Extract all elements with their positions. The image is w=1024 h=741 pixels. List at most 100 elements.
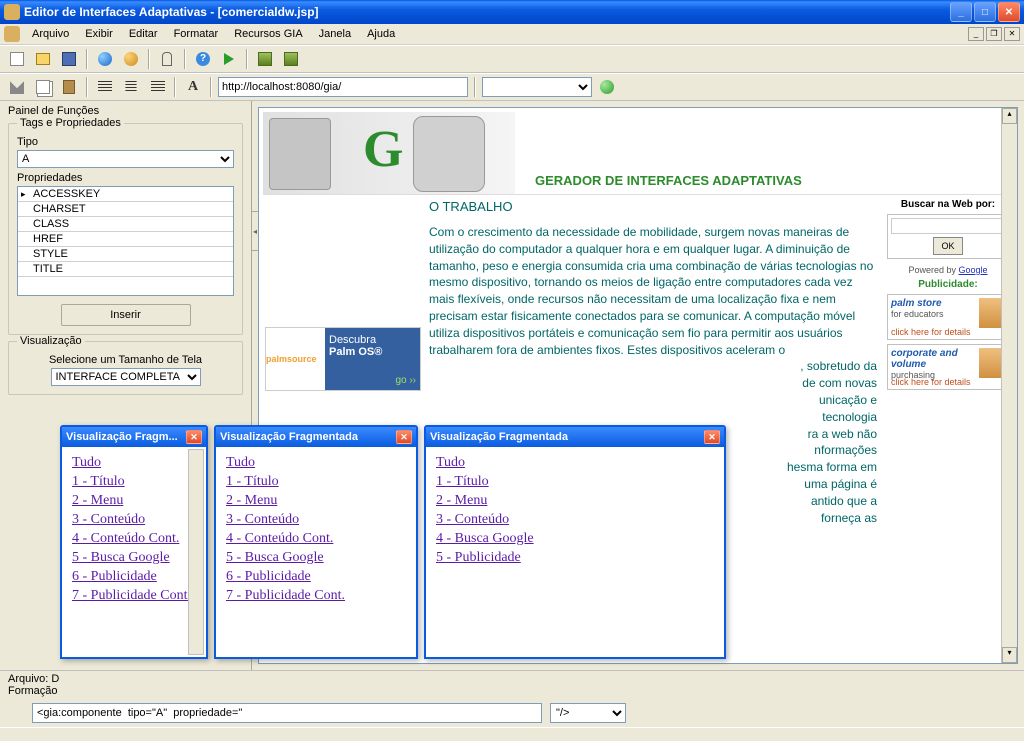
- frag-link[interactable]: 1 - Título: [226, 474, 406, 490]
- close-icon[interactable]: ✕: [396, 430, 412, 444]
- go-button[interactable]: [596, 76, 618, 98]
- toolbar-main: ?: [0, 45, 1024, 73]
- prop-row: CHARSET: [18, 202, 233, 217]
- frag-link[interactable]: 3 - Conteúdo: [226, 512, 406, 528]
- mdi-restore-button[interactable]: ❐: [986, 27, 1002, 41]
- cut-button[interactable]: [6, 76, 28, 98]
- frag-link[interactable]: 5 - Busca Google: [72, 550, 196, 566]
- align-left-button[interactable]: [94, 76, 116, 98]
- header-image: GIA: [263, 112, 515, 194]
- menu-janela[interactable]: Janela: [311, 26, 359, 42]
- status-line-2: Formação: [8, 685, 1016, 697]
- ad-educators[interactable]: palm store for educators click here for …: [887, 294, 1009, 340]
- frag-link[interactable]: 3 - Conteúdo: [436, 512, 714, 528]
- properties-list[interactable]: ACCESSKEY CHARSET CLASS HREF STYLE TITLE: [17, 186, 234, 296]
- popup-fragment-1: Visualização Fragm...✕ Tudo 1 - Título 2…: [60, 425, 208, 659]
- menu-ajuda[interactable]: Ajuda: [359, 26, 403, 42]
- menu-recursos-gia[interactable]: Recursos GIA: [226, 26, 310, 42]
- frag-link[interactable]: 4 - Busca Google: [436, 531, 714, 547]
- group-tags: Tags e Propriedades Tipo A Propriedades …: [8, 123, 243, 335]
- frag-link[interactable]: 7 - Publicidade Cont.: [72, 588, 196, 604]
- publicidade-label: Publicidade:: [887, 279, 1009, 290]
- menu-formatar[interactable]: Formatar: [166, 26, 227, 42]
- frag-link[interactable]: 5 - Busca Google: [226, 550, 406, 566]
- close-button[interactable]: ✕: [998, 2, 1020, 22]
- frag-link[interactable]: 2 - Menu: [226, 493, 406, 509]
- attach-button[interactable]: [156, 48, 178, 70]
- frag-link[interactable]: 7 - Publicidade Cont.: [226, 588, 406, 604]
- paste-button[interactable]: [58, 76, 80, 98]
- buscar-label: Buscar na Web por:: [887, 199, 1009, 210]
- frag-link[interactable]: 1 - Título: [436, 474, 714, 490]
- popup-scrollbar[interactable]: [188, 449, 204, 655]
- prop-row: ACCESSKEY: [18, 187, 233, 202]
- mdi-close-button[interactable]: ✕: [1004, 27, 1020, 41]
- menu-arquivo[interactable]: Arquivo: [24, 26, 77, 42]
- tipo-label: Tipo: [17, 136, 234, 148]
- minimize-button[interactable]: _: [950, 2, 972, 22]
- devices-button[interactable]: [254, 48, 276, 70]
- app-icon: [4, 4, 20, 20]
- panel-title: Painel de Funções: [8, 105, 243, 117]
- tag-close-combo[interactable]: "/>: [550, 703, 626, 723]
- menu-exibir[interactable]: Exibir: [77, 26, 121, 42]
- tamanho-tela-select[interactable]: INTERFACE COMPLETA: [51, 368, 201, 386]
- device-combo[interactable]: [482, 77, 592, 97]
- prop-row: TITLE: [18, 262, 233, 277]
- help-button[interactable]: ?: [192, 48, 214, 70]
- tamanho-tela-label: Selecione um Tamanho de Tela: [17, 354, 234, 366]
- open-button[interactable]: [32, 48, 54, 70]
- titlebar: Editor de Interfaces Adaptativas - [come…: [0, 0, 1024, 24]
- frag-link[interactable]: Tudo: [436, 455, 714, 471]
- frag-link[interactable]: 5 - Publicidade: [436, 550, 714, 566]
- ad-corporate[interactable]: corporate and volume purchasing click he…: [887, 344, 1009, 390]
- new-button[interactable]: [6, 48, 28, 70]
- vertical-scrollbar[interactable]: ▴▾: [1001, 108, 1017, 663]
- tagline: GERADOR DE INTERFACES ADAPTATIVAS: [535, 173, 802, 194]
- frag-link[interactable]: 4 - Conteúdo Cont.: [72, 531, 196, 547]
- popup-fragment-3: Visualização Fragmentada✕ Tudo 1 - Títul…: [424, 425, 726, 659]
- prop-row: STYLE: [18, 247, 233, 262]
- url-input[interactable]: [218, 77, 468, 97]
- frag-link[interactable]: 4 - Conteúdo Cont.: [226, 531, 406, 547]
- save-button[interactable]: [58, 48, 80, 70]
- group-visualizacao: Visualização Selecione um Tamanho de Tel…: [8, 341, 243, 395]
- frag-link[interactable]: 2 - Menu: [72, 493, 196, 509]
- frag-link[interactable]: Tudo: [72, 455, 196, 471]
- devices2-button[interactable]: [280, 48, 302, 70]
- tipo-select[interactable]: A: [17, 150, 234, 168]
- tag-left-input[interactable]: [32, 703, 542, 723]
- align-right-button[interactable]: [146, 76, 168, 98]
- status-line-1: Arquivo: D: [8, 673, 1016, 685]
- maximize-button[interactable]: □: [974, 2, 996, 22]
- run-button[interactable]: [218, 48, 240, 70]
- menu-editar[interactable]: Editar: [121, 26, 166, 42]
- users-button[interactable]: [120, 48, 142, 70]
- close-icon[interactable]: ✕: [704, 430, 720, 444]
- copy-button[interactable]: [32, 76, 54, 98]
- search-input[interactable]: [891, 218, 1005, 234]
- gia-logo: GIA: [363, 120, 497, 179]
- inserir-button[interactable]: Inserir: [61, 304, 191, 326]
- palm-ad[interactable]: palmsource Descubra Palm OS® go ››: [265, 327, 421, 391]
- globe-button[interactable]: [94, 48, 116, 70]
- group-tags-legend: Tags e Propriedades: [17, 117, 124, 129]
- menubar: Arquivo Exibir Editar Formatar Recursos …: [0, 24, 1024, 45]
- ok-button[interactable]: OK: [933, 237, 963, 255]
- frag-link[interactable]: 6 - Publicidade: [72, 569, 196, 585]
- frag-link[interactable]: 3 - Conteúdo: [72, 512, 196, 528]
- popup-fragment-2: Visualização Fragmentada✕ Tudo 1 - Títul…: [214, 425, 418, 659]
- frag-link[interactable]: 1 - Título: [72, 474, 196, 490]
- frag-link[interactable]: 2 - Menu: [436, 493, 714, 509]
- frag-link[interactable]: Tudo: [226, 455, 406, 471]
- close-icon[interactable]: ✕: [186, 430, 202, 444]
- google-link[interactable]: Google: [959, 265, 988, 275]
- frag-link[interactable]: 6 - Publicidade: [226, 569, 406, 585]
- prop-row: CLASS: [18, 217, 233, 232]
- mdi-minimize-button[interactable]: _: [968, 27, 984, 41]
- status-bar: Arquivo: D Formação: [0, 670, 1024, 699]
- font-button[interactable]: A: [182, 76, 204, 98]
- align-center-button[interactable]: [120, 76, 142, 98]
- doc-icon: [4, 26, 20, 42]
- group-vis-legend: Visualização: [17, 335, 85, 347]
